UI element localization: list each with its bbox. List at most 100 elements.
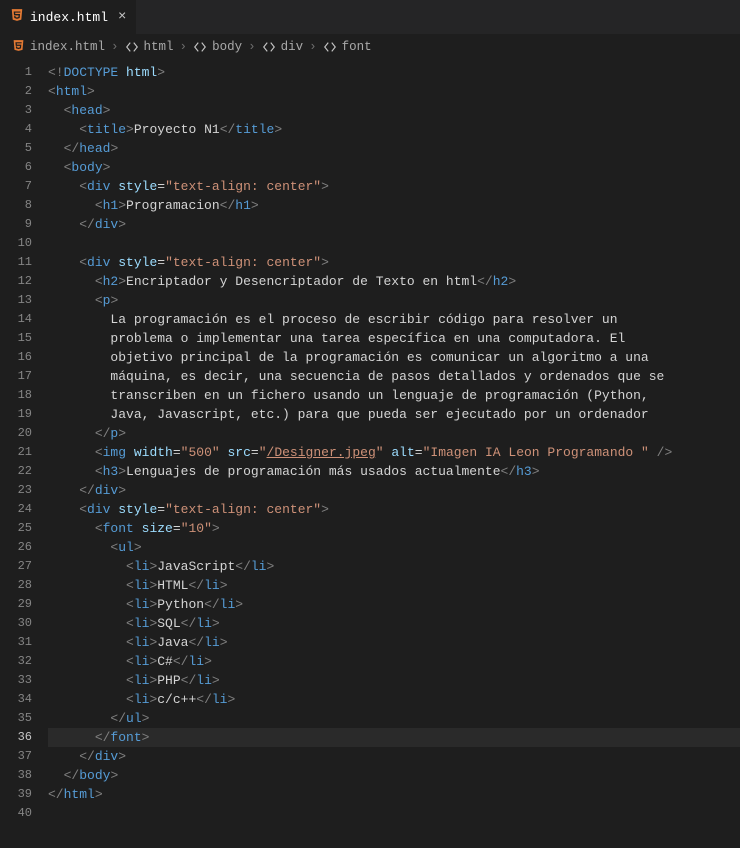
code-line[interactable]: <title>Proyecto N1</title> [48,120,740,139]
line-number: 10 [0,234,32,253]
code-line[interactable]: <div style="text-align: center"> [48,253,740,272]
tab-index-html[interactable]: index.html × [0,0,136,34]
line-number: 6 [0,158,32,177]
code-line[interactable]: </div> [48,747,740,766]
code-line[interactable]: </div> [48,215,740,234]
code-line[interactable]: <li>HTML</li> [48,576,740,595]
code-line[interactable]: <font size="10"> [48,519,740,538]
line-number: 11 [0,253,32,272]
code-line[interactable]: problema o implementar una tarea específ… [48,329,740,348]
code-line[interactable]: máquina, es decir, una secuencia de paso… [48,367,740,386]
line-number: 39 [0,785,32,804]
line-number: 17 [0,367,32,386]
line-number: 7 [0,177,32,196]
line-number: 5 [0,139,32,158]
code-line[interactable]: <!DOCTYPE html> [48,63,740,82]
chevron-right-icon: › [309,40,317,54]
line-number: 27 [0,557,32,576]
html-file-icon [10,8,24,26]
code-line[interactable]: Java, Javascript, etc.) para que pueda s… [48,405,740,424]
code-line[interactable]: <li>c/c++</li> [48,690,740,709]
line-number: 22 [0,462,32,481]
code-line[interactable]: <head> [48,101,740,120]
line-number: 33 [0,671,32,690]
html-file-icon [12,39,25,56]
code-line[interactable] [48,804,740,823]
code-line[interactable]: <h2>Encriptador y Desencriptador de Text… [48,272,740,291]
code-line[interactable]: </p> [48,424,740,443]
line-number: 14 [0,310,32,329]
line-number: 18 [0,386,32,405]
line-number: 16 [0,348,32,367]
code-line[interactable]: <p> [48,291,740,310]
editor[interactable]: 1234567891011121314151617181920212223242… [0,61,740,848]
code-line[interactable]: transcriben en un fichero usando un leng… [48,386,740,405]
line-number: 36 [0,728,32,747]
line-number: 20 [0,424,32,443]
code-line[interactable]: </ul> [48,709,740,728]
tag-icon [193,40,207,54]
breadcrumb: index.html › html › body › div › font [0,35,740,61]
line-number: 21 [0,443,32,462]
line-number: 35 [0,709,32,728]
line-number: 2 [0,82,32,101]
code-line[interactable]: </font> [48,728,740,747]
line-number: 28 [0,576,32,595]
code-line[interactable]: <li>Python</li> [48,595,740,614]
code-line[interactable]: </body> [48,766,740,785]
line-number: 9 [0,215,32,234]
line-number: 34 [0,690,32,709]
line-number: 12 [0,272,32,291]
line-number: 40 [0,804,32,823]
code-line[interactable]: <li>Java</li> [48,633,740,652]
line-number: 32 [0,652,32,671]
breadcrumb-body[interactable]: body [193,40,242,54]
code-line[interactable]: <li>SQL</li> [48,614,740,633]
code-line[interactable]: <div style="text-align: center"> [48,177,740,196]
chevron-right-icon: › [180,40,188,54]
line-number: 19 [0,405,32,424]
line-number: 15 [0,329,32,348]
line-number: 31 [0,633,32,652]
code-line[interactable]: <li>PHP</li> [48,671,740,690]
line-number: 4 [0,120,32,139]
line-number-gutter: 1234567891011121314151617181920212223242… [0,61,48,848]
tab-filename: index.html [30,10,108,25]
line-number: 25 [0,519,32,538]
code-line[interactable]: <ul> [48,538,740,557]
code-line[interactable]: <li>C#</li> [48,652,740,671]
chevron-right-icon: › [111,40,119,54]
line-number: 38 [0,766,32,785]
line-number: 29 [0,595,32,614]
code-line[interactable]: <li>JavaScript</li> [48,557,740,576]
breadcrumb-font[interactable]: font [323,40,372,54]
tag-icon [125,40,139,54]
breadcrumb-div[interactable]: div [262,40,304,54]
code-line[interactable]: <html> [48,82,740,101]
line-number: 30 [0,614,32,633]
breadcrumb-file[interactable]: index.html [12,39,105,56]
line-number: 37 [0,747,32,766]
code-line[interactable]: <h1>Programacion</h1> [48,196,740,215]
code-line[interactable]: <body> [48,158,740,177]
code-content[interactable]: <!DOCTYPE html><html> <head> <title>Proy… [48,61,740,848]
close-icon[interactable]: × [118,9,126,25]
code-line[interactable]: </head> [48,139,740,158]
line-number: 3 [0,101,32,120]
line-number: 24 [0,500,32,519]
code-line[interactable]: <h3>Lenguajes de programación más usados… [48,462,740,481]
line-number: 8 [0,196,32,215]
code-line[interactable]: </html> [48,785,740,804]
tag-icon [262,40,276,54]
code-line[interactable] [48,234,740,253]
code-line[interactable]: La programación es el proceso de escribi… [48,310,740,329]
code-line[interactable]: <div style="text-align: center"> [48,500,740,519]
code-line[interactable]: <img width="500" src="/Designer.jpeg" al… [48,443,740,462]
code-line[interactable]: objetivo principal de la programación es… [48,348,740,367]
line-number: 23 [0,481,32,500]
line-number: 13 [0,291,32,310]
code-line[interactable]: </div> [48,481,740,500]
breadcrumb-html[interactable]: html [125,40,174,54]
line-number: 26 [0,538,32,557]
line-number: 1 [0,63,32,82]
